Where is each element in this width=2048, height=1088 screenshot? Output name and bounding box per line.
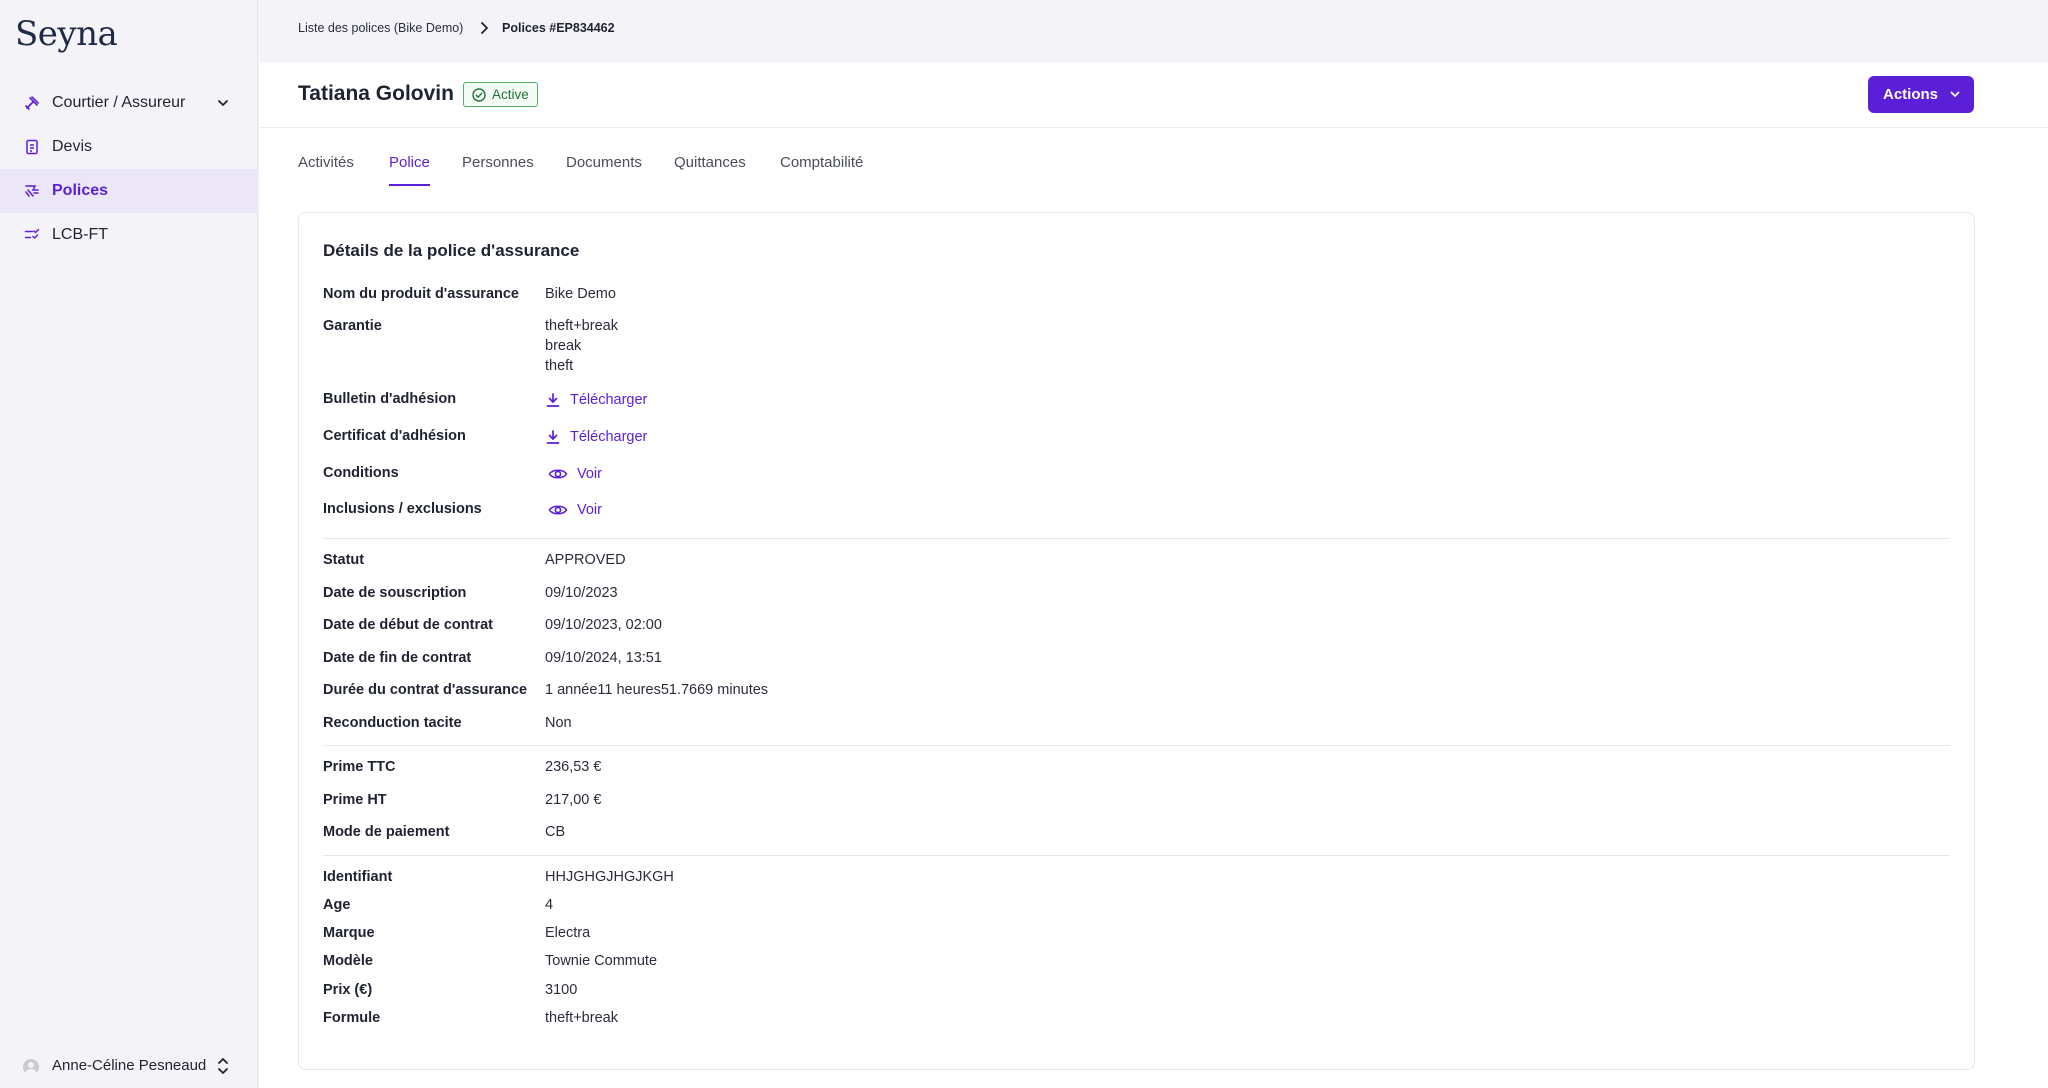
garantie-value: theft+break: [545, 318, 618, 334]
chevron-down-icon[interactable]: [216, 96, 230, 110]
date-souscription-value: 09/10/2023: [545, 585, 618, 601]
identifiant-label: Identifiant: [323, 869, 393, 885]
tab-activites[interactable]: Activités: [298, 154, 354, 184]
age-label: Age: [323, 897, 351, 913]
mode-paiement-value: CB: [545, 824, 566, 840]
main-content: Tatiana Golovin Active Actions Activités…: [259, 62, 2048, 1088]
date-debut-value: 09/10/2023, 02:00: [545, 617, 662, 633]
bulletin-download-label: Télécharger: [570, 392, 648, 408]
bulletin-label: Bulletin d'adhésion: [323, 391, 457, 407]
chevron-up-down-icon[interactable]: [216, 1057, 230, 1075]
eye-icon: [548, 469, 568, 479]
sidebar-item-label: Courtier / Assureur: [52, 94, 186, 111]
formule-label: Formule: [323, 1010, 381, 1026]
date-souscription-label: Date de souscription: [323, 585, 467, 601]
garantie-label: Garantie: [323, 318, 382, 334]
inclusions-view-label: Voir: [577, 502, 602, 518]
inclusions-view-link[interactable]: Voir: [545, 502, 602, 518]
sidebar-item-devis[interactable]: Devis: [0, 125, 258, 169]
status-label: Active: [492, 87, 529, 102]
date-fin-label: Date de fin de contrat: [323, 650, 472, 666]
app-logo[interactable]: Seyna: [15, 14, 118, 54]
divider: [323, 855, 1950, 856]
statut-label: Statut: [323, 552, 365, 568]
reconduction-value: Non: [545, 715, 572, 731]
prime-ht-value: 217,00 €: [545, 792, 602, 808]
sidebar-item-label: LCB-FT: [52, 226, 108, 243]
conditions-view-label: Voir: [577, 466, 602, 482]
sidebar-item-label: Devis: [52, 138, 93, 155]
chevron-right-icon: [481, 22, 488, 34]
duree-value: 1 année11 heures51.7669 minutes: [545, 682, 769, 698]
date-fin-value: 09/10/2024, 13:51: [545, 650, 662, 666]
eye-icon: [548, 505, 568, 515]
download-icon: [546, 430, 560, 444]
marque-value: Electra: [545, 925, 591, 941]
tab-quittances[interactable]: Quittances: [674, 154, 746, 184]
divider: [323, 538, 1950, 539]
sidebar-item-label: Polices: [52, 182, 109, 199]
prime-ttc-value: 236,53 €: [545, 759, 602, 775]
tab-comptabilite[interactable]: Comptabilité: [780, 154, 863, 184]
sidebar-item-lcb-ft[interactable]: LCB-FT: [0, 213, 258, 257]
prix-value: 3100: [545, 982, 578, 998]
divider: [323, 745, 1950, 746]
inclusions-label: Inclusions / exclusions: [323, 501, 482, 517]
product-value: Bike Demo: [545, 286, 616, 302]
download-icon: [546, 393, 560, 407]
tab-police[interactable]: Police: [389, 154, 430, 186]
certificat-download-label: Télécharger: [570, 429, 648, 445]
avatar: [23, 1059, 39, 1075]
breadcrumb-parent-link[interactable]: Liste des polices (Bike Demo): [298, 21, 463, 35]
tab-documents[interactable]: Documents: [566, 154, 642, 184]
policy-icon: [25, 185, 39, 197]
bulletin-download-link[interactable]: Télécharger: [545, 392, 647, 408]
card-title: Détails de la police d'assurance: [323, 241, 580, 260]
prime-ttc-label: Prime TTC: [323, 759, 396, 775]
prime-ht-label: Prime HT: [323, 792, 387, 808]
page-title: Tatiana Golovin: [298, 82, 454, 105]
garantie-value: break: [545, 338, 582, 354]
identifiant-value: HHJGHGJHGJKGH: [545, 869, 674, 885]
prix-label: Prix (€): [323, 982, 373, 998]
breadcrumb: Liste des polices (Bike Demo) Polices #E…: [259, 0, 2048, 62]
sidebar: Seyna Courtier / Assureur Devis Polices …: [0, 0, 258, 1088]
duree-label: Durée du contrat d'assurance: [323, 682, 528, 698]
broker-icon: [25, 96, 39, 110]
certificat-download-link[interactable]: Télécharger: [545, 429, 647, 445]
modele-value: Townie Commute: [545, 953, 658, 969]
checklist-icon: [24, 228, 40, 239]
actions-button[interactable]: Actions: [1868, 76, 1974, 113]
breadcrumb-current: Polices #EP834462: [502, 21, 615, 35]
garantie-value: theft: [545, 358, 574, 374]
reconduction-label: Reconduction tacite: [323, 715, 462, 731]
page-header: Tatiana Golovin Active Actions: [259, 62, 2048, 128]
check-circle-icon: [472, 88, 486, 102]
policy-details-card: Détails de la police d'assurance Nom du …: [298, 212, 1975, 1070]
sidebar-item-courtier[interactable]: Courtier / Assureur: [0, 81, 258, 125]
marque-label: Marque: [323, 925, 375, 941]
user-menu[interactable]: Anne-Céline Pesneaud: [0, 1044, 258, 1088]
conditions-view-link[interactable]: Voir: [545, 466, 602, 482]
age-value: 4: [545, 897, 554, 913]
mode-paiement-label: Mode de paiement: [323, 824, 450, 840]
actions-label: Actions: [1883, 86, 1939, 103]
modele-label: Modèle: [323, 953, 373, 969]
date-debut-label: Date de début de contrat: [323, 617, 493, 633]
status-badge: Active: [463, 82, 538, 107]
formule-value: theft+break: [545, 1010, 618, 1026]
sidebar-item-polices[interactable]: Polices: [0, 169, 258, 213]
statut-value: APPROVED: [545, 552, 626, 568]
conditions-label: Conditions: [323, 465, 399, 481]
chevron-down-icon: [1950, 91, 1960, 97]
document-icon: [26, 139, 38, 155]
product-label: Nom du produit d'assurance: [323, 286, 519, 302]
certificat-label: Certificat d'adhésion: [323, 428, 466, 444]
user-name: Anne-Céline Pesneaud: [52, 1057, 207, 1074]
tab-personnes[interactable]: Personnes: [462, 154, 534, 184]
